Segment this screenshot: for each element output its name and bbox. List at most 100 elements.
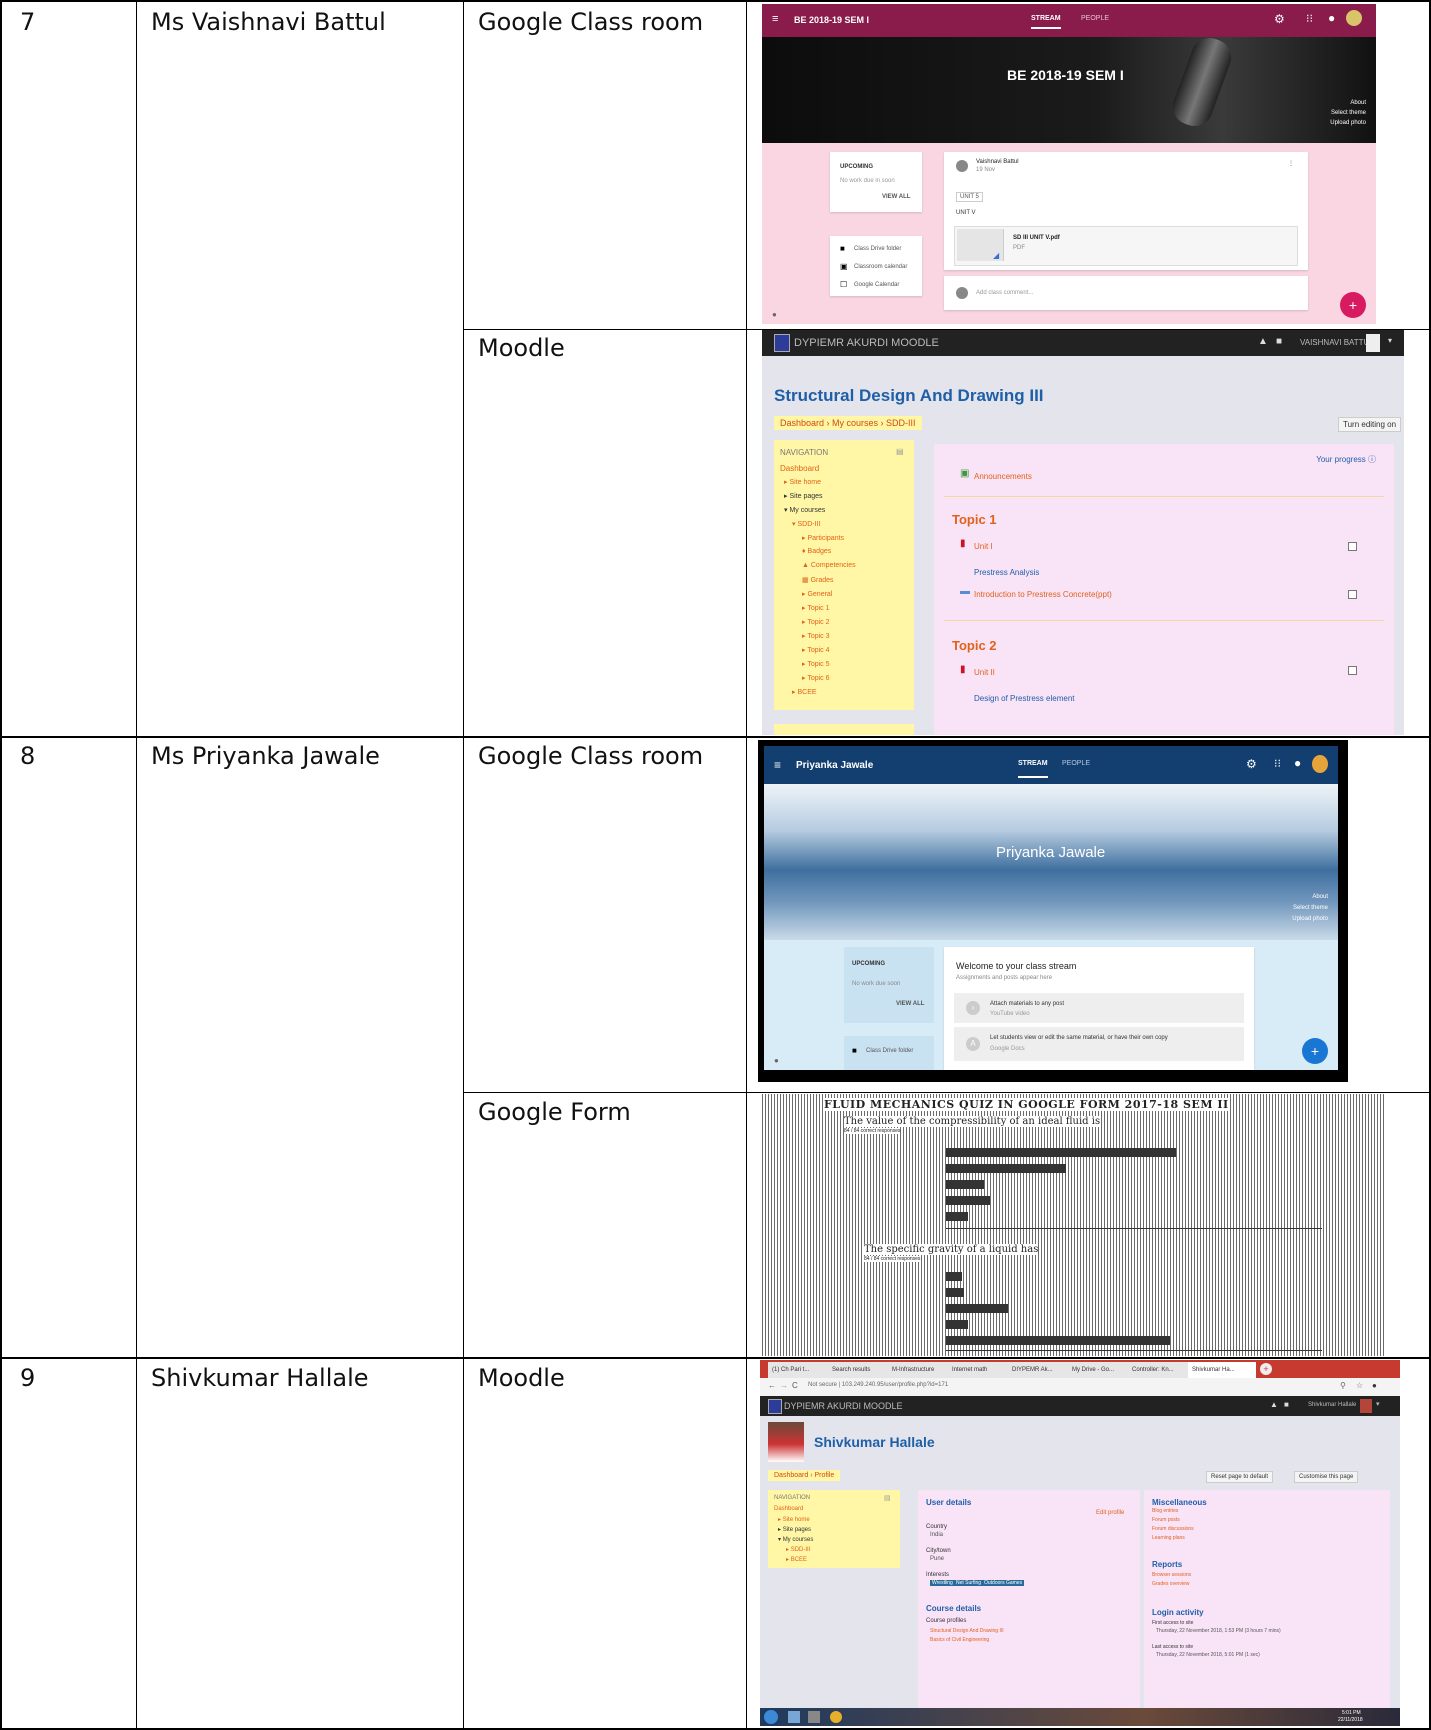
chevron-down-icon[interactable]: ▾	[1388, 336, 1392, 345]
site-name[interactable]: DYPIEMR AKURDI MOODLE	[794, 337, 939, 349]
report-link[interactable]: Grades overview	[1152, 1581, 1190, 1587]
forward-icon[interactable]: →	[780, 1381, 788, 1390]
back-icon[interactable]: ←	[768, 1381, 776, 1390]
chevron-down-icon[interactable]: ▾	[1376, 1400, 1380, 1408]
drive-link[interactable]: Class Drive folder	[866, 1048, 913, 1054]
browser-tab[interactable]: My Drive - Go...	[1068, 1362, 1128, 1378]
zoom-icon[interactable]: ⚲	[1340, 1381, 1346, 1390]
avatar[interactable]	[1346, 10, 1362, 26]
app-icon[interactable]	[808, 1711, 820, 1723]
tab-stream[interactable]: STREAM	[1018, 760, 1048, 778]
browser-tab-active[interactable]: Shivkumar Ha...	[1188, 1362, 1256, 1378]
add-fab-button[interactable]: +	[1340, 292, 1366, 318]
nav-item[interactable]: ▸ BCEE	[786, 1556, 807, 1563]
browser-tab[interactable]: DIYPEMR Ak...	[1008, 1362, 1068, 1378]
breadcrumb[interactable]: Dashboard › Profile	[768, 1470, 841, 1481]
nav-item[interactable]: ▸ Topic 2	[802, 618, 830, 626]
customise-page-button[interactable]: Customise this page	[1294, 1471, 1359, 1483]
misc-link[interactable]: Forum discussions	[1152, 1526, 1194, 1532]
drive-link[interactable]: Class Drive folder	[854, 246, 901, 252]
nav-item[interactable]: ▸ Topic 5	[802, 660, 830, 668]
completion-checkbox[interactable]	[1348, 666, 1357, 675]
message-icon[interactable]: ■	[1284, 1400, 1289, 1409]
course-link[interactable]: Structural Design And Drawing III	[930, 1628, 1004, 1634]
apps-grid-icon[interactable]: ⁝⁝	[1274, 757, 1281, 770]
announcements-link[interactable]: Announcements	[974, 472, 1032, 481]
select-theme-link[interactable]: Select theme	[1293, 905, 1328, 911]
misc-link[interactable]: Blog entries	[1152, 1508, 1178, 1514]
completion-checkbox[interactable]	[1348, 590, 1357, 599]
bell-icon[interactable]: ▲	[1258, 336, 1268, 347]
resource-link[interactable]: Unit II	[974, 668, 995, 677]
browser-tab[interactable]: (1) Ch Pari t...	[768, 1362, 828, 1378]
upload-photo-link[interactable]: Upload photo	[1330, 120, 1366, 126]
nav-item[interactable]: ▲ Competencies	[802, 562, 856, 569]
about-link[interactable]: About	[1350, 100, 1366, 106]
nav-item[interactable]: ▸ Site home	[778, 1516, 810, 1523]
site-name[interactable]: DYPIEMR AKURDI MOODLE	[784, 1401, 903, 1411]
url-field[interactable]: Not secure | 103.249.240.95/user/profile…	[808, 1382, 948, 1388]
browser-tab[interactable]: Search results	[828, 1362, 888, 1378]
nav-item[interactable]: ▾ My courses	[778, 1536, 813, 1543]
menu-icon[interactable]: ≡	[774, 758, 781, 772]
tip-row[interactable]: A Let students view or edit the same mat…	[954, 1027, 1244, 1061]
browser-tab[interactable]: M-Infrastructure	[888, 1362, 948, 1378]
apps-grid-icon[interactable]: ⁝⁝	[1306, 12, 1313, 25]
avatar[interactable]	[1360, 1399, 1372, 1413]
reset-page-button[interactable]: Reset page to default	[1206, 1471, 1274, 1483]
nav-item[interactable]: Dashboard	[774, 1506, 803, 1512]
view-all-link[interactable]: VIEW ALL	[882, 194, 910, 200]
completion-checkbox[interactable]	[1348, 542, 1357, 551]
nav-item[interactable]: ▸ Site pages	[784, 492, 823, 500]
comment-placeholder[interactable]: Add class comment...	[976, 290, 1033, 296]
block-settings-icon[interactable]: ▤	[896, 447, 904, 456]
menu-icon[interactable]: ≡	[772, 13, 778, 25]
upload-photo-link[interactable]: Upload photo	[1292, 916, 1328, 922]
resource-link[interactable]: Introduction to Prestress Concrete(ppt)	[974, 590, 1112, 599]
calendar-link[interactable]: Classroom calendar	[854, 264, 907, 270]
about-link[interactable]: About	[1312, 894, 1328, 900]
tab-people[interactable]: PEOPLE	[1081, 15, 1109, 22]
user-name[interactable]: Shivkumar Hallale	[1308, 1402, 1356, 1408]
turn-editing-button[interactable]: Turn editing on	[1338, 417, 1402, 432]
nav-item[interactable]: ▦ Grades	[802, 576, 834, 584]
star-icon[interactable]: ☆	[1356, 1381, 1363, 1390]
help-icon[interactable]: ●	[774, 1056, 779, 1065]
gear-icon[interactable]: ⚙	[1274, 12, 1285, 26]
resource-link[interactable]: Unit I	[974, 542, 993, 551]
tip-row[interactable]: › Attach materials to any post YouTube v…	[954, 993, 1244, 1023]
avatar[interactable]	[1312, 755, 1328, 773]
gear-icon[interactable]: ⚙	[1246, 757, 1257, 771]
interest-tag[interactable]: Wrestling	[930, 1580, 955, 1586]
attachment[interactable]: ◢ SD III UNIT V.pdf PDF	[954, 226, 1298, 266]
message-icon[interactable]: ■	[1276, 336, 1282, 347]
misc-link[interactable]: Learning plans	[1152, 1535, 1185, 1541]
progress-link[interactable]: Your progress ⓘ	[1316, 454, 1376, 465]
nav-item[interactable]: ▸ BCEE	[792, 688, 817, 696]
browser-tab[interactable]: Controller: Kn...	[1128, 1362, 1188, 1378]
google-calendar-link[interactable]: Google Calendar	[854, 282, 899, 288]
interest-tag[interactable]: Net Surfing	[954, 1580, 984, 1586]
chrome-icon[interactable]	[830, 1711, 842, 1723]
edit-profile-link[interactable]: Edit profile	[1096, 1510, 1124, 1516]
explorer-icon[interactable]	[788, 1711, 800, 1723]
more-vert-icon[interactable]: ⋮	[1288, 160, 1294, 167]
course-link[interactable]: Basics of Civil Engineering	[930, 1637, 989, 1643]
tab-stream[interactable]: STREAM	[1031, 15, 1061, 29]
nav-item[interactable]: Dashboard	[780, 464, 819, 473]
bell-icon[interactable]: ▲	[1270, 1400, 1278, 1409]
browser-tab[interactable]: Internet math	[948, 1362, 1008, 1378]
user-name[interactable]: VAISHNAVI BATTUL	[1300, 338, 1374, 347]
nav-item[interactable]: ▸ Topic 4	[802, 646, 830, 654]
nav-item[interactable]: ▸ Site pages	[778, 1526, 811, 1533]
new-tab-icon[interactable]: +	[1260, 1363, 1272, 1375]
tab-people[interactable]: PEOPLE	[1062, 760, 1090, 767]
nav-item[interactable]: ♦ Badges	[802, 548, 831, 555]
misc-link[interactable]: Forum posts	[1152, 1517, 1180, 1523]
nav-item[interactable]: ▸ General	[802, 590, 832, 598]
reload-icon[interactable]: C	[792, 1381, 798, 1390]
breadcrumb[interactable]: Dashboard › My courses › SDD-III	[774, 416, 922, 430]
add-fab-button[interactable]: +	[1302, 1038, 1328, 1064]
account-circle-icon[interactable]: ●	[1328, 11, 1335, 25]
nav-item[interactable]: ▸ SDD-III	[786, 1546, 810, 1553]
